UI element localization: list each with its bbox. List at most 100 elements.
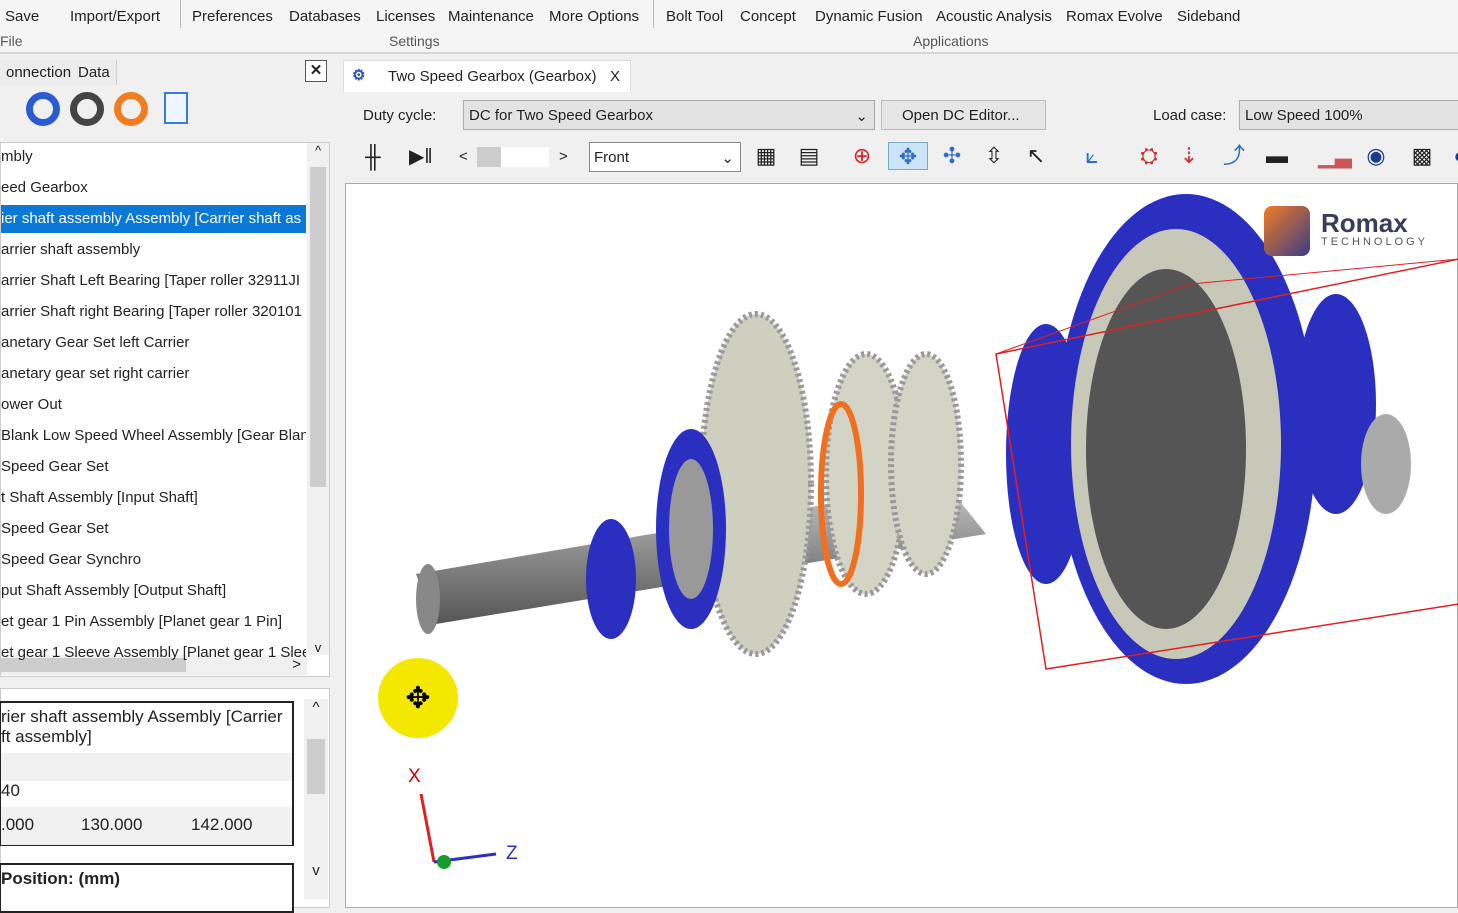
tree-item[interactable]: mbly xyxy=(1,143,306,171)
gear-view-icon[interactable]: ⛭ xyxy=(1135,142,1163,170)
pan-icon[interactable]: ✣ xyxy=(938,142,966,170)
preferences-button[interactable]: Preferences xyxy=(192,8,273,25)
bearing xyxy=(669,459,713,599)
gear xyxy=(888,351,964,577)
value-1[interactable]: .000 xyxy=(1,815,34,835)
shaft-end xyxy=(1361,414,1411,514)
tree-item[interactable]: ower Out xyxy=(1,391,306,419)
tree-item[interactable]: et gear 1 Pin Assembly [Planet gear 1 Pi… xyxy=(1,608,306,636)
acoustic-analysis-button[interactable]: Acoustic Analysis xyxy=(936,8,1052,25)
shaft-icon[interactable]: ▬ xyxy=(1263,142,1291,170)
sideband-button[interactable]: Sideband xyxy=(1177,8,1240,25)
tab-title: Two Speed Gearbox (Gearbox) xyxy=(388,68,597,85)
tree-item[interactable]: ier shaft assembly Assembly [Carrier sha… xyxy=(1,205,306,233)
slider-thumb[interactable] xyxy=(477,147,501,167)
tree-item[interactable]: Speed Gear Set xyxy=(1,453,306,481)
tab-data[interactable]: Data xyxy=(72,60,117,85)
shaft-end xyxy=(416,564,440,634)
axes-icon[interactable]: ⟀ xyxy=(1078,142,1106,170)
tree-vertical-scrollbar[interactable]: ^ v xyxy=(307,143,329,655)
tree-item[interactable]: Speed Gear Synchro xyxy=(1,546,306,574)
more-icon[interactable]: ◐ xyxy=(1446,142,1458,170)
ribbon: Save Import/Export File Preferences Data… xyxy=(0,0,1458,54)
force-icon[interactable]: ⇣ xyxy=(1175,142,1203,170)
duty-cycle-value: DC for Two Speed Gearbox xyxy=(469,107,653,124)
more-options-button[interactable]: More Options xyxy=(549,8,639,25)
select-icon[interactable]: ↖ xyxy=(1022,142,1050,170)
scroll-thumb[interactable] xyxy=(307,739,325,794)
load-case-select[interactable]: Low Speed 100% xyxy=(1239,100,1458,130)
chevron-down-icon: ⌄ xyxy=(855,108,868,125)
save-button[interactable]: Save xyxy=(5,8,39,25)
animation-slider[interactable] xyxy=(477,147,549,167)
value-2[interactable]: 130.000 xyxy=(81,815,142,835)
play-pause-icon[interactable]: ▶‖ xyxy=(409,144,433,169)
calculator-icon[interactable]: ▩ xyxy=(1408,142,1436,170)
bolt-tool-button[interactable]: Bolt Tool xyxy=(666,8,723,25)
empty-row xyxy=(1,753,292,781)
applications-group-label: Applications xyxy=(913,33,989,49)
gearbox-model[interactable]: ✥ X Z xyxy=(346,184,1458,909)
globe-icon[interactable]: ◉ xyxy=(1362,142,1390,170)
3d-viewport[interactable]: ✥ X Z Romax TECHNOLOGY xyxy=(345,183,1458,908)
assembly-title-cont: ft assembly] xyxy=(1,727,92,746)
tree-item[interactable]: anetary Gear Set left Carrier xyxy=(1,329,306,357)
values-row: .000 130.000 142.000 xyxy=(1,807,292,845)
tree-item[interactable]: arrier Shaft Left Bearing [Taper roller … xyxy=(1,267,306,295)
tab-connection[interactable]: onnection xyxy=(0,60,79,85)
close-tab-button[interactable]: X xyxy=(610,68,620,85)
concept-button[interactable]: Concept xyxy=(740,8,796,25)
databases-button[interactable]: Databases xyxy=(289,8,361,25)
value-3[interactable]: 142.000 xyxy=(191,815,252,835)
tree-item[interactable]: et gear 1 Sleeve Assembly [Planet gear 1… xyxy=(1,639,306,667)
bearing xyxy=(586,519,636,639)
spectrum-icon[interactable]: ▁▃ xyxy=(1318,142,1352,170)
tab-two-speed-gearbox[interactable]: ⚙ Two Speed Gearbox (Gearbox) X xyxy=(343,60,631,92)
tree-item[interactable]: anetary gear set right carrier xyxy=(1,360,306,388)
divider xyxy=(653,0,654,28)
screenshot-icon[interactable]: ▦ xyxy=(752,142,780,170)
property-value[interactable]: 40 xyxy=(1,781,20,801)
scroll-thumb[interactable] xyxy=(310,167,326,487)
orange-connection-icon[interactable] xyxy=(114,92,148,126)
z-axis-label: Z xyxy=(506,843,518,864)
chevron-down-icon: ⌄ xyxy=(721,150,734,167)
duty-cycle-select[interactable]: DC for Two Speed Gearbox ⌄ xyxy=(463,100,875,130)
zoom-icon[interactable]: ⇳ xyxy=(980,142,1008,170)
settings-group-label: Settings xyxy=(389,33,440,49)
tree-item[interactable]: eed Gearbox xyxy=(1,174,306,202)
properties-panel: rier shaft assembly Assembly [Carrier ft… xyxy=(0,688,330,913)
import-export-button[interactable]: Import/Export xyxy=(70,8,160,25)
copy-image-icon[interactable]: ▤ xyxy=(795,142,823,170)
assembly-title: rier shaft assembly Assembly [Carrier xyxy=(1,707,283,726)
position-label: Position: (mm) xyxy=(1,869,120,888)
romax-logo-icon xyxy=(1264,206,1310,256)
gear-shift-icon[interactable]: ╫ xyxy=(365,144,381,170)
romax-logo-sub: TECHNOLOGY xyxy=(1321,236,1429,248)
tree-item[interactable]: put Shaft Assembly [Output Shaft] xyxy=(1,577,306,605)
tree-item[interactable]: arrier shaft assembly xyxy=(1,236,306,264)
close-panel-button[interactable]: ✕ xyxy=(305,60,327,82)
maintenance-button[interactable]: Maintenance xyxy=(448,8,534,25)
tree-item[interactable]: Speed Gear Set xyxy=(1,515,306,543)
report-icon[interactable] xyxy=(164,92,188,124)
slider-right-arrow[interactable]: > xyxy=(559,148,568,165)
tree-item[interactable]: Blank Low Speed Wheel Assembly [Gear Bla… xyxy=(1,422,306,450)
rotate-icon[interactable]: ✥ xyxy=(888,142,928,170)
deflection-icon[interactable]: ⤴ xyxy=(1220,142,1248,170)
blue-connection-icon[interactable] xyxy=(26,92,60,126)
tree-item[interactable]: arrier Shaft right Bearing [Taper roller… xyxy=(1,298,306,326)
duty-cycle-label: Duty cycle: xyxy=(363,107,437,124)
open-dc-editor-button[interactable]: Open DC Editor... xyxy=(881,100,1046,130)
romax-evolve-button[interactable]: Romax Evolve xyxy=(1066,8,1163,25)
slider-left-arrow[interactable]: < xyxy=(459,148,468,165)
x-axis-label: X xyxy=(408,766,421,787)
target-icon[interactable]: ⊕ xyxy=(848,142,876,170)
romax-logo-text: Romax xyxy=(1321,208,1408,238)
view-select[interactable]: Front ⌄ xyxy=(589,142,741,172)
properties-scrollbar[interactable]: ^ v xyxy=(304,699,328,899)
licenses-button[interactable]: Licenses xyxy=(376,8,435,25)
tree-item[interactable]: t Shaft Assembly [Input Shaft] xyxy=(1,484,306,512)
dynamic-fusion-button[interactable]: Dynamic Fusion xyxy=(815,8,923,25)
gray-connection-icon[interactable] xyxy=(70,92,104,126)
